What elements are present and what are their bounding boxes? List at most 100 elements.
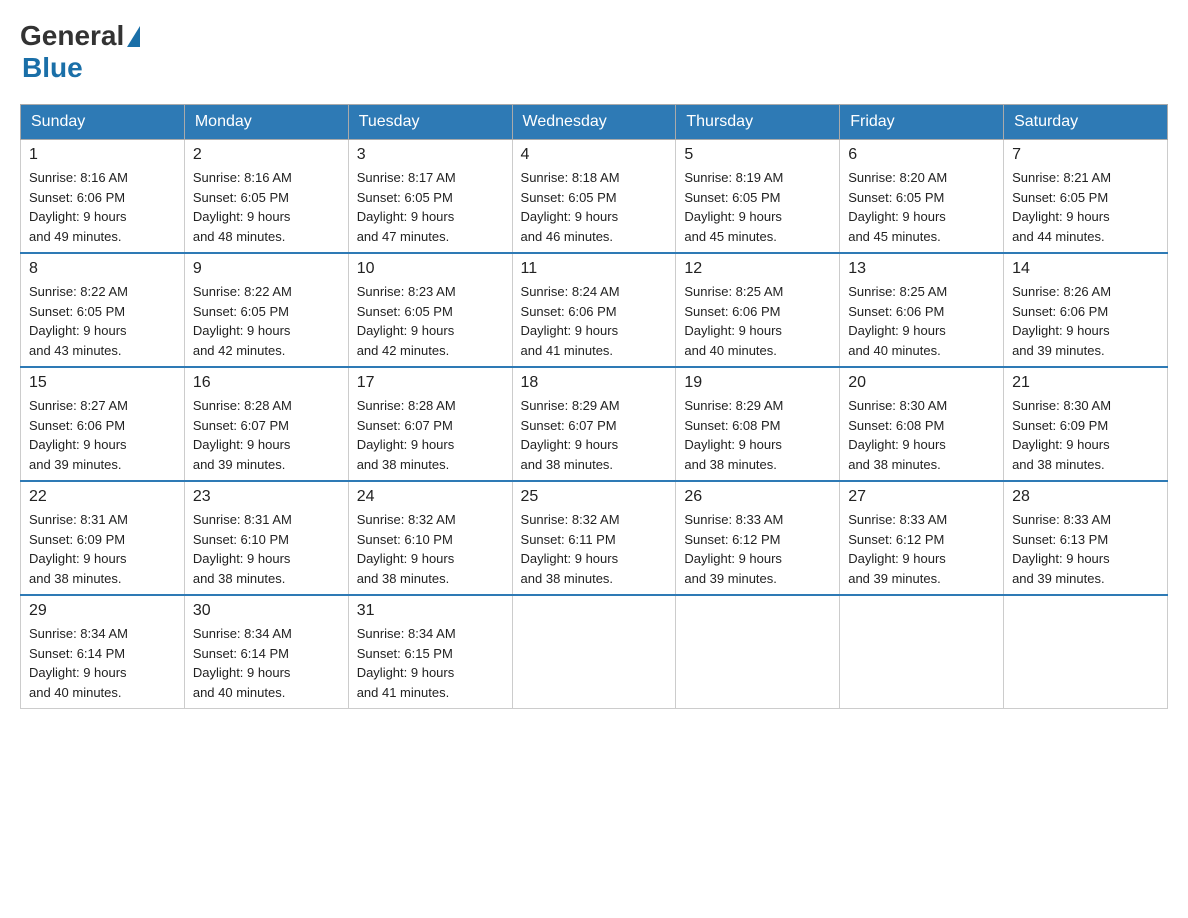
day-info: Sunrise: 8:33 AMSunset: 6:13 PMDaylight:… [1012, 510, 1159, 588]
day-info: Sunrise: 8:31 AMSunset: 6:10 PMDaylight:… [193, 510, 340, 588]
day-number: 6 [848, 146, 995, 164]
day-number: 11 [521, 260, 668, 278]
calendar-table: SundayMondayTuesdayWednesdayThursdayFrid… [20, 104, 1168, 709]
day-number: 16 [193, 374, 340, 392]
calendar-day-cell [512, 595, 676, 709]
day-info: Sunrise: 8:27 AMSunset: 6:06 PMDaylight:… [29, 396, 176, 474]
logo-triangle-icon [127, 26, 140, 47]
calendar-header-row: SundayMondayTuesdayWednesdayThursdayFrid… [21, 105, 1168, 140]
calendar-day-cell: 3 Sunrise: 8:17 AMSunset: 6:05 PMDaylight… [348, 140, 512, 254]
calendar-week-row: 15 Sunrise: 8:27 AMSunset: 6:06 PMDayligh… [21, 367, 1168, 481]
day-number: 20 [848, 374, 995, 392]
calendar-day-cell: 11 Sunrise: 8:24 AMSunset: 6:06 PMDayligh… [512, 253, 676, 367]
day-number: 19 [684, 374, 831, 392]
day-of-week-header: Sunday [21, 105, 185, 140]
day-number: 3 [357, 146, 504, 164]
day-info: Sunrise: 8:28 AMSunset: 6:07 PMDaylight:… [193, 396, 340, 474]
day-info: Sunrise: 8:31 AMSunset: 6:09 PMDaylight:… [29, 510, 176, 588]
day-of-week-header: Saturday [1004, 105, 1168, 140]
calendar-day-cell: 8 Sunrise: 8:22 AMSunset: 6:05 PMDaylight… [21, 253, 185, 367]
logo-wordmark: General [20, 20, 142, 52]
day-number: 8 [29, 260, 176, 278]
day-number: 2 [193, 146, 340, 164]
day-info: Sunrise: 8:30 AMSunset: 6:09 PMDaylight:… [1012, 396, 1159, 474]
calendar-week-row: 22 Sunrise: 8:31 AMSunset: 6:09 PMDayligh… [21, 481, 1168, 595]
day-of-week-header: Tuesday [348, 105, 512, 140]
day-info: Sunrise: 8:17 AMSunset: 6:05 PMDaylight:… [357, 168, 504, 246]
day-number: 7 [1012, 146, 1159, 164]
day-info: Sunrise: 8:26 AMSunset: 6:06 PMDaylight:… [1012, 282, 1159, 360]
calendar-day-cell [840, 595, 1004, 709]
calendar-day-cell: 17 Sunrise: 8:28 AMSunset: 6:07 PMDayligh… [348, 367, 512, 481]
calendar-day-cell: 31 Sunrise: 8:34 AMSunset: 6:15 PMDayligh… [348, 595, 512, 709]
day-info: Sunrise: 8:33 AMSunset: 6:12 PMDaylight:… [684, 510, 831, 588]
day-info: Sunrise: 8:30 AMSunset: 6:08 PMDaylight:… [848, 396, 995, 474]
calendar-day-cell: 21 Sunrise: 8:30 AMSunset: 6:09 PMDayligh… [1004, 367, 1168, 481]
calendar-day-cell: 14Sunrise: 8:26 AMSunset: 6:06 PMDayligh… [1004, 253, 1168, 367]
logo-blue-text: Blue [22, 52, 83, 83]
logo-general-text: General [20, 20, 124, 52]
calendar-day-cell: 6 Sunrise: 8:20 AMSunset: 6:05 PMDaylight… [840, 140, 1004, 254]
day-number: 9 [193, 260, 340, 278]
day-number: 30 [193, 602, 340, 620]
calendar-day-cell: 23Sunrise: 8:31 AMSunset: 6:10 PMDayligh… [184, 481, 348, 595]
day-info: Sunrise: 8:24 AMSunset: 6:06 PMDaylight:… [521, 282, 668, 360]
day-number: 17 [357, 374, 504, 392]
day-info: Sunrise: 8:23 AMSunset: 6:05 PMDaylight:… [357, 282, 504, 360]
calendar-week-row: 29 Sunrise: 8:34 AMSunset: 6:14 PMDayligh… [21, 595, 1168, 709]
calendar-week-row: 8 Sunrise: 8:22 AMSunset: 6:05 PMDaylight… [21, 253, 1168, 367]
day-info: Sunrise: 8:29 AMSunset: 6:08 PMDaylight:… [684, 396, 831, 474]
calendar-day-cell [676, 595, 840, 709]
day-number: 5 [684, 146, 831, 164]
calendar-day-cell: 5Sunrise: 8:19 AMSunset: 6:05 PMDaylight… [676, 140, 840, 254]
logo: General Blue [20, 20, 142, 84]
day-info: Sunrise: 8:16 AMSunset: 6:05 PMDaylight:… [193, 168, 340, 246]
logo-blue-line: Blue [20, 52, 83, 84]
calendar-day-cell: 10Sunrise: 8:23 AMSunset: 6:05 PMDayligh… [348, 253, 512, 367]
day-number: 24 [357, 488, 504, 506]
day-number: 4 [521, 146, 668, 164]
day-number: 1 [29, 146, 176, 164]
day-number: 31 [357, 602, 504, 620]
day-info: Sunrise: 8:34 AMSunset: 6:15 PMDaylight:… [357, 624, 504, 702]
calendar-day-cell: 25Sunrise: 8:32 AMSunset: 6:11 PMDayligh… [512, 481, 676, 595]
calendar-day-cell: 15 Sunrise: 8:27 AMSunset: 6:06 PMDayligh… [21, 367, 185, 481]
day-number: 29 [29, 602, 176, 620]
day-info: Sunrise: 8:21 AMSunset: 6:05 PMDaylight:… [1012, 168, 1159, 246]
day-number: 28 [1012, 488, 1159, 506]
day-info: Sunrise: 8:25 AMSunset: 6:06 PMDaylight:… [684, 282, 831, 360]
calendar-day-cell: 18Sunrise: 8:29 AMSunset: 6:07 PMDayligh… [512, 367, 676, 481]
day-info: Sunrise: 8:29 AMSunset: 6:07 PMDaylight:… [521, 396, 668, 474]
day-number: 12 [684, 260, 831, 278]
page-header: General Blue [20, 20, 1168, 84]
calendar-day-cell: 22 Sunrise: 8:31 AMSunset: 6:09 PMDayligh… [21, 481, 185, 595]
day-number: 21 [1012, 374, 1159, 392]
calendar-day-cell: 7 Sunrise: 8:21 AMSunset: 6:05 PMDaylight… [1004, 140, 1168, 254]
day-info: Sunrise: 8:32 AMSunset: 6:11 PMDaylight:… [521, 510, 668, 588]
day-info: Sunrise: 8:25 AMSunset: 6:06 PMDaylight:… [848, 282, 995, 360]
calendar-day-cell: 2 Sunrise: 8:16 AMSunset: 6:05 PMDaylight… [184, 140, 348, 254]
day-info: Sunrise: 8:20 AMSunset: 6:05 PMDaylight:… [848, 168, 995, 246]
day-info: Sunrise: 8:16 AMSunset: 6:06 PMDaylight:… [29, 168, 176, 246]
day-of-week-header: Monday [184, 105, 348, 140]
day-number: 13 [848, 260, 995, 278]
day-info: Sunrise: 8:28 AMSunset: 6:07 PMDaylight:… [357, 396, 504, 474]
calendar-day-cell: 13 Sunrise: 8:25 AMSunset: 6:06 PMDayligh… [840, 253, 1004, 367]
calendar-day-cell: 27 Sunrise: 8:33 AMSunset: 6:12 PMDayligh… [840, 481, 1004, 595]
day-number: 27 [848, 488, 995, 506]
calendar-day-cell: 20 Sunrise: 8:30 AMSunset: 6:08 PMDayligh… [840, 367, 1004, 481]
day-of-week-header: Friday [840, 105, 1004, 140]
calendar-day-cell: 19 Sunrise: 8:29 AMSunset: 6:08 PMDayligh… [676, 367, 840, 481]
calendar-day-cell: 4 Sunrise: 8:18 AMSunset: 6:05 PMDaylight… [512, 140, 676, 254]
calendar-day-cell: 26 Sunrise: 8:33 AMSunset: 6:12 PMDayligh… [676, 481, 840, 595]
day-info: Sunrise: 8:34 AMSunset: 6:14 PMDaylight:… [193, 624, 340, 702]
calendar-day-cell: 30 Sunrise: 8:34 AMSunset: 6:14 PMDayligh… [184, 595, 348, 709]
day-number: 22 [29, 488, 176, 506]
day-number: 26 [684, 488, 831, 506]
calendar-day-cell: 24Sunrise: 8:32 AMSunset: 6:10 PMDayligh… [348, 481, 512, 595]
calendar-day-cell: 12 Sunrise: 8:25 AMSunset: 6:06 PMDayligh… [676, 253, 840, 367]
day-info: Sunrise: 8:22 AMSunset: 6:05 PMDaylight:… [29, 282, 176, 360]
day-info: Sunrise: 8:18 AMSunset: 6:05 PMDaylight:… [521, 168, 668, 246]
day-number: 15 [29, 374, 176, 392]
day-info: Sunrise: 8:33 AMSunset: 6:12 PMDaylight:… [848, 510, 995, 588]
